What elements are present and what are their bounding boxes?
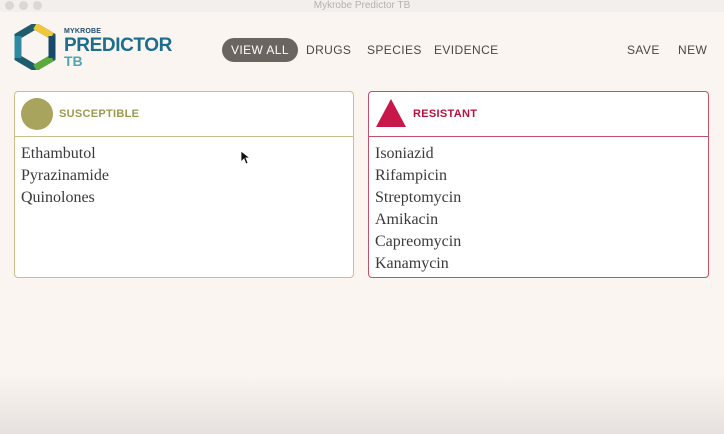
new-button[interactable]: NEW bbox=[678, 38, 707, 62]
resistant-panel: RESISTANT Isoniazid Rifampicin Streptomy… bbox=[368, 91, 709, 278]
resistant-drug-list: Isoniazid Rifampicin Streptomycin Amikac… bbox=[369, 137, 708, 275]
list-item: Rifampicin bbox=[375, 167, 447, 184]
susceptible-header: SUSCEPTIBLE bbox=[15, 92, 353, 137]
brand-top: MYKROBE bbox=[64, 28, 102, 35]
window-titlebar: Mykrobe Predictor TB bbox=[0, 0, 724, 12]
nav-view-all[interactable]: VIEW ALL bbox=[222, 38, 298, 62]
mouse-cursor-icon bbox=[241, 151, 250, 165]
list-item: Ethambutol bbox=[21, 145, 96, 162]
list-item: Capreomycin bbox=[375, 233, 462, 250]
nav-species[interactable]: SPECIES bbox=[367, 38, 422, 62]
list-item: Streptomycin bbox=[375, 189, 462, 206]
resistant-header: RESISTANT bbox=[369, 92, 708, 137]
susceptible-drug-list: Ethambutol Pyrazinamide Quinolones bbox=[15, 137, 353, 209]
circle-icon bbox=[21, 98, 53, 130]
nav-drugs[interactable]: DRUGS bbox=[306, 38, 351, 62]
triangle-icon bbox=[376, 99, 406, 127]
susceptible-label: SUSCEPTIBLE bbox=[59, 108, 140, 120]
resistant-label: RESISTANT bbox=[413, 108, 478, 120]
save-button[interactable]: SAVE bbox=[627, 38, 660, 62]
list-item: Kanamycin bbox=[375, 255, 449, 272]
window-bottom-shade bbox=[0, 374, 724, 434]
window-title: Mykrobe Predictor TB bbox=[313, 0, 411, 11]
list-item: Quinolones bbox=[21, 189, 95, 206]
susceptible-panel: SUSCEPTIBLE Ethambutol Pyrazinamide Quin… bbox=[14, 91, 354, 278]
list-item: Amikacin bbox=[375, 211, 439, 228]
list-item: Isoniazid bbox=[375, 145, 434, 162]
list-item: Pyrazinamide bbox=[21, 167, 109, 184]
nav-evidence[interactable]: EVIDENCE bbox=[434, 38, 499, 62]
main-nav: VIEW ALL DRUGS SPECIES EVIDENCE SAVE NEW bbox=[0, 38, 724, 62]
